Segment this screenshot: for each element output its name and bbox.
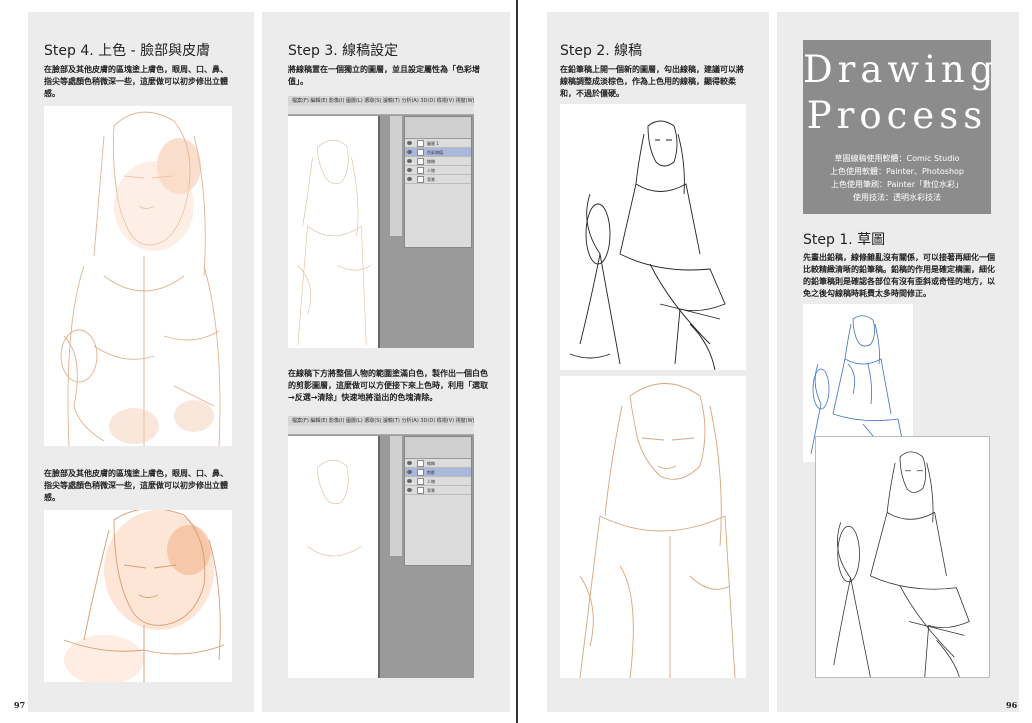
ps-layer-row[interactable]: 圖層 1 xyxy=(405,139,471,148)
photoshop-screenshot-1: 檔案(F) 編輯(E) 影像(I) 圖層(L) 選取(S) 濾鏡(T) 分析(A… xyxy=(288,96,474,348)
ps-toolbox xyxy=(390,436,402,556)
photoshop-screenshot-2: 檔案(F) 編輯(E) 影像(I) 圖層(L) 選取(S) 濾鏡(T) 分析(A… xyxy=(288,416,474,678)
ps-layer-row[interactable]: 背景 xyxy=(405,486,471,495)
header-title-line1: Drawing xyxy=(803,48,999,91)
page-number-right: 96 xyxy=(1006,700,1018,710)
step4-text-2: 在臉部及其他皮膚的區塊塗上膚色，眼周、口、鼻、指尖等處顏色稍微深一些，這麼做可以… xyxy=(44,469,228,502)
ps-menubar: 檔案(F) 編輯(E) 影像(I) 圖層(L) 選取(S) 濾鏡(T) 分析(A… xyxy=(288,416,474,426)
step4-colored-illustration-1 xyxy=(44,106,232,446)
ps-layer-row[interactable]: 線稿 xyxy=(405,157,471,166)
step3-text-1: 將線稿置在一個獨立的圖層，並且設定屬性為「色彩增值」。 xyxy=(288,65,480,86)
ps-canvas xyxy=(288,116,380,348)
ps-layer-row[interactable]: 人物 xyxy=(405,166,471,175)
ps-options-bar xyxy=(288,106,474,115)
ps-menubar: 檔案(F) 編輯(E) 影像(I) 圖層(L) 選取(S) 濾鏡(T) 分析(A… xyxy=(288,96,474,106)
step4-title: Step 4. 上色 - 臉部與皮膚 xyxy=(44,43,211,59)
drawing-process-header: Drawing Process 草圖線稿使用軟體：Comic Studio 上色… xyxy=(803,40,999,214)
header-info-brush: 上色使用筆刷：Painter「數位水彩」 xyxy=(830,180,963,189)
header-info-software-color: 上色使用軟體：Painter、Photoshop xyxy=(829,167,965,176)
ps-toolbox xyxy=(390,116,402,236)
header-info-technique: 使用技法：透明水彩技法 xyxy=(853,193,941,202)
ps-layer-row[interactable]: 背景 xyxy=(405,175,471,184)
header-info-software-lineart: 草圖線稿使用軟體：Comic Studio xyxy=(834,154,960,163)
step3-text-2: 在線稿下方將整個人物的範圍塗滿白色，製作出一個白色的剪影圖層，這麼做可以方便接下… xyxy=(288,369,488,402)
step2-lineart-brown xyxy=(560,376,746,678)
step2-text: 在鉛筆稿上開一個新的圖層，勾出線稿，建議可以將線稿調整成淡棕色，作為上色用的線稿… xyxy=(560,65,744,98)
page-number-left: 97 xyxy=(14,700,26,710)
step1-title: Step 1. 草圖 xyxy=(803,232,886,248)
step1-text: 先畫出鉛稿，線條雜亂沒有關係，可以接著再細化一個比較精緻清晰的鉛筆稿。鉛稿的作用… xyxy=(803,253,995,298)
ps-canvas-transparent xyxy=(288,436,380,678)
header-title-line2: Process xyxy=(806,94,988,137)
ps-options-bar xyxy=(288,426,474,435)
step4-text-1: 在臉部及其他皮膚的區塊塗上膚色，眼周、口、鼻、指尖等處顏色稍微深一些，這麼做可以… xyxy=(44,65,228,98)
ps-layers-panel: 圖層 1 色彩增值 線稿 人物 背景 xyxy=(404,116,472,248)
step4-colored-illustration-2 xyxy=(44,510,232,682)
step2-title: Step 2. 線稿 xyxy=(560,43,643,59)
step2-lineart-black xyxy=(560,104,746,370)
book-spread: Step 4. 上色 - 臉部與皮膚 在臉部及其他皮膚的區塊塗上膚色，眼周、口、… xyxy=(0,0,1032,723)
ps-layers-panel: 線稿 剪影 人物 背景 xyxy=(404,436,472,566)
step3-title: Step 3. 線稿設定 xyxy=(288,43,399,59)
ps-layer-row-selected[interactable]: 色彩增值 xyxy=(405,148,471,157)
page-gutter xyxy=(516,0,518,723)
ps-layer-row[interactable]: 線稿 xyxy=(405,459,471,468)
ps-layer-row-selected[interactable]: 剪影 xyxy=(405,468,471,477)
step1-sketch-refined xyxy=(815,436,990,678)
ps-layer-row[interactable]: 人物 xyxy=(405,477,471,486)
